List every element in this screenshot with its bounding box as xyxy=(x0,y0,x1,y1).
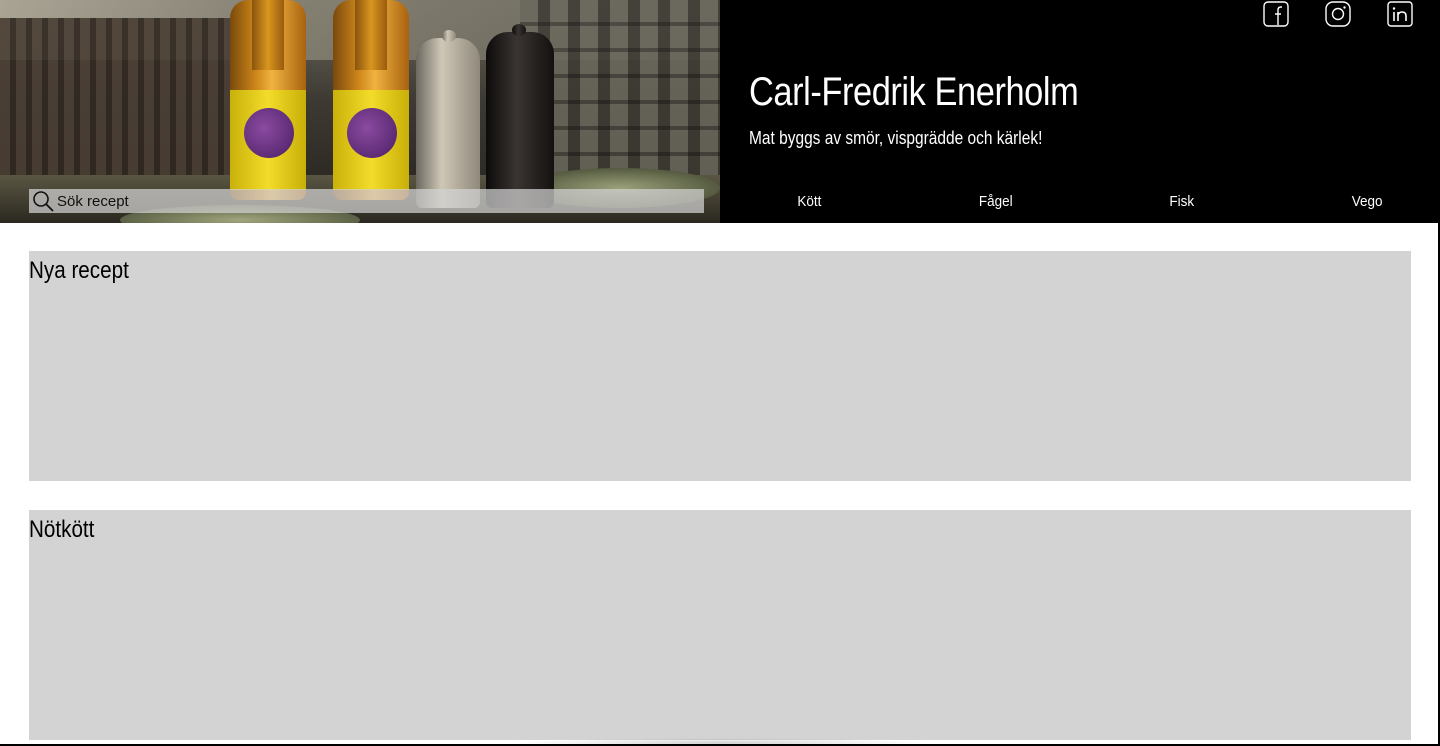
hero-bottle xyxy=(333,0,409,200)
hero-bottle xyxy=(230,0,306,200)
section-new-recipes: Nya recept xyxy=(29,251,1411,481)
section-beef: Nötkött xyxy=(29,510,1411,740)
linkedin-icon[interactable] xyxy=(1386,0,1414,28)
search-icon[interactable] xyxy=(31,189,55,213)
site-title: Carl-Fredrik Enerholm xyxy=(749,70,1079,114)
instagram-icon[interactable] xyxy=(1324,0,1352,28)
nav-item-vego[interactable]: Vego xyxy=(1346,191,1388,212)
nav-item-fagel[interactable]: Fågel xyxy=(973,191,1018,212)
page: Carl-Fredrik Enerholm Mat byggs av smör,… xyxy=(0,0,1440,746)
section-title: Nya recept xyxy=(29,257,129,284)
hero-salt-mill xyxy=(416,30,480,208)
nav-item-fisk[interactable]: Fisk xyxy=(1164,191,1200,212)
site-tagline: Mat byggs av smör, vispgrädde och kärlek… xyxy=(749,128,1043,148)
hero-image xyxy=(0,0,720,223)
nav-item-kott[interactable]: Kött xyxy=(792,191,827,212)
brand-panel: Carl-Fredrik Enerholm Mat byggs av smör,… xyxy=(720,0,1440,223)
social-links xyxy=(1262,0,1414,28)
hero-pepper-mill xyxy=(486,24,554,208)
site-header: Carl-Fredrik Enerholm Mat byggs av smör,… xyxy=(0,0,1440,223)
facebook-icon[interactable] xyxy=(1262,0,1290,28)
main-nav: Kött Fågel Fisk Vego xyxy=(790,186,1390,216)
main-content: Nya recept Nötkött xyxy=(0,223,1438,746)
hero-fence xyxy=(0,18,240,188)
section-title: Nötkött xyxy=(29,516,95,543)
search-bar xyxy=(29,189,704,213)
search-input[interactable] xyxy=(55,190,704,212)
